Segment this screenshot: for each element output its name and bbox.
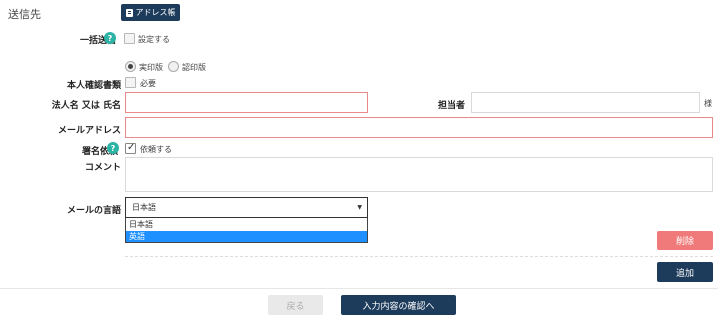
identity-docs-checkbox-label: 必要 bbox=[140, 79, 156, 88]
identity-docs-label: 本人確認書類 bbox=[66, 81, 121, 91]
bulk-send-checkbox-label: 設定する bbox=[138, 35, 170, 44]
address-book-button[interactable]: アドレス帳 bbox=[121, 4, 180, 21]
delete-button[interactable]: 削除 bbox=[657, 231, 713, 250]
identity-docs-checkbox[interactable] bbox=[125, 77, 136, 88]
radio-jitsuin-label: 実印版 bbox=[139, 63, 163, 72]
honorific-label: 様 bbox=[704, 99, 712, 108]
contact-person-label: 担当者 bbox=[437, 101, 465, 111]
mail-language-label: メールの言語 bbox=[66, 206, 121, 216]
comment-textarea[interactable] bbox=[125, 157, 713, 192]
email-input[interactable] bbox=[125, 117, 713, 138]
recipient-name-input[interactable] bbox=[125, 92, 368, 113]
footer-divider bbox=[0, 288, 718, 289]
radio-jitsuin[interactable] bbox=[125, 61, 136, 72]
mail-language-dropdown: 日本語 英語 bbox=[125, 218, 368, 243]
chevron-down-icon: ▼ bbox=[357, 204, 362, 211]
address-book-label: アドレス帳 bbox=[135, 8, 176, 17]
bulk-send-help-icon[interactable]: ? bbox=[104, 32, 116, 44]
signature-request-checkbox[interactable] bbox=[125, 142, 136, 154]
email-label: メールアドレス bbox=[57, 126, 121, 136]
back-button[interactable]: 戻る bbox=[268, 295, 323, 315]
signature-request-checkbox-label: 依頼する bbox=[140, 145, 172, 154]
signature-help-icon[interactable]: ? bbox=[107, 142, 119, 154]
add-button[interactable]: 追加 bbox=[657, 262, 713, 282]
address-book-icon bbox=[125, 8, 133, 17]
bulk-send-checkbox[interactable] bbox=[124, 33, 135, 44]
recipient-name-label: 法人名 又は 氏名 bbox=[51, 101, 121, 111]
radio-mitomein[interactable] bbox=[168, 61, 179, 72]
comment-label: コメント bbox=[84, 163, 121, 173]
section-title: 送信先 bbox=[8, 8, 41, 21]
radio-mitomein-label: 認印版 bbox=[182, 63, 206, 72]
contact-person-input[interactable] bbox=[471, 92, 700, 113]
divider bbox=[125, 256, 713, 257]
language-option-english[interactable]: 英語 bbox=[126, 231, 367, 242]
mail-language-select[interactable]: 日本語 ▼ bbox=[125, 197, 368, 218]
mail-language-selected: 日本語 bbox=[132, 203, 156, 212]
confirm-button[interactable]: 入力内容の確認へ bbox=[341, 295, 456, 315]
language-option-japanese[interactable]: 日本語 bbox=[126, 219, 367, 230]
